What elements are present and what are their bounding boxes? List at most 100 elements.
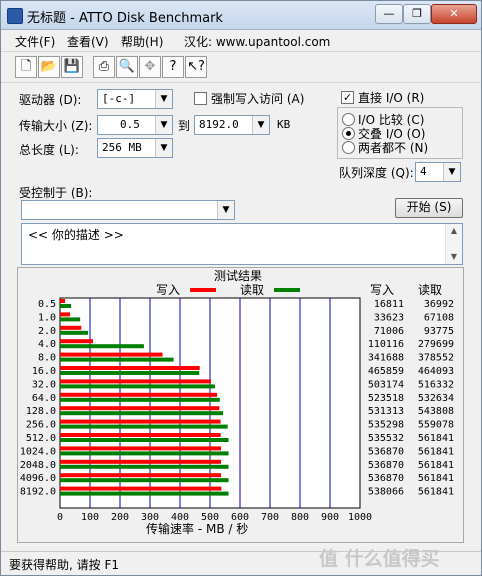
restore-button[interactable]: ❐: [403, 4, 431, 24]
direct-io-checkbox[interactable]: ✓: [341, 91, 354, 104]
drive-select[interactable]: [-c-] ▼: [97, 89, 173, 109]
read-bar: [60, 438, 229, 442]
force-write-label: 强制写入访问 (A): [211, 92, 305, 106]
y-tick-label: 128.0: [26, 406, 56, 417]
read-bar: [60, 371, 200, 375]
write-bar: [60, 433, 221, 437]
print-preview-icon[interactable]: 🔍: [116, 56, 138, 78]
write-bar: [60, 366, 200, 370]
queue-depth-select[interactable]: 4 ▼: [415, 162, 461, 182]
write-value: 110116: [368, 339, 404, 350]
total-length-select[interactable]: 256 MB ▼: [97, 138, 173, 158]
write-bar: [60, 352, 163, 357]
write-bar: [60, 339, 94, 344]
y-tick-label: 512.0: [26, 433, 56, 444]
write-value: 536870: [368, 446, 404, 457]
read-value: 279699: [418, 339, 454, 350]
read-bar: [60, 491, 229, 496]
title-bar[interactable]: 无标题 - ATTO Disk Benchmark — ❐ ✕: [1, 1, 481, 30]
x-tick-label: 700: [261, 512, 279, 523]
y-tick-label: 1.0: [38, 312, 56, 323]
results-chart: 0 100 200 300 400 500 600 700 800 900 10000.5 16811…: [20, 297, 454, 523]
write-value: 535298: [368, 420, 404, 431]
read-bar: [60, 424, 228, 429]
read-value: 561841: [418, 487, 454, 498]
y-tick-label: 2.0: [38, 326, 56, 337]
x-tick-label: 0: [57, 512, 63, 523]
description-field[interactable]: << 你的描述 >> ▲ ▼: [21, 223, 463, 265]
read-value: 464093: [418, 366, 454, 377]
y-tick-label: 8192.0: [20, 487, 56, 498]
write-value: 536870: [368, 460, 404, 471]
force-write-checkbox[interactable]: [194, 92, 207, 105]
close-button[interactable]: ✕: [431, 4, 477, 24]
write-bar: [60, 406, 220, 411]
chevron-down-icon: ▼: [252, 116, 269, 134]
transfer-max-select[interactable]: 8192.0 ▼: [194, 115, 270, 135]
write-bar: [60, 312, 71, 317]
read-bar: [60, 304, 72, 308]
neither-radio[interactable]: [342, 141, 355, 154]
write-value: 531313: [368, 406, 404, 417]
menu-view[interactable]: 查看(V): [67, 33, 109, 50]
total-length-label: 总长度 (L):: [19, 143, 79, 157]
menu-localization[interactable]: 汉化: www.upantool.com: [184, 33, 330, 50]
y-tick-label: 4096.0: [20, 473, 56, 484]
read-value: 561841: [418, 460, 454, 471]
x-tick-label: 900: [321, 512, 339, 523]
write-bar: [60, 446, 222, 451]
x-tick-label: 1000: [348, 512, 372, 523]
controlled-by-select[interactable]: ▼: [21, 200, 235, 220]
io-overlap-radio[interactable]: [342, 127, 355, 140]
context-help-icon[interactable]: ↖?: [185, 56, 207, 78]
read-value: 561841: [418, 433, 454, 444]
window-title: 无标题 - ATTO Disk Benchmark: [27, 11, 223, 26]
y-tick-label: 4.0: [38, 339, 56, 350]
y-tick-label: 1024.0: [20, 446, 56, 457]
transfer-min-select[interactable]: 0.5 ▼: [97, 115, 173, 135]
description-scrollbar[interactable]: ▲ ▼: [445, 224, 462, 264]
y-tick-label: 64.0: [32, 393, 56, 404]
chevron-down-icon: ▼: [155, 116, 172, 134]
x-tick-label: 200: [111, 512, 129, 523]
read-bar: [60, 451, 229, 456]
write-value: 523518: [368, 393, 404, 404]
status-text: 要获得帮助, 请按 F1: [9, 558, 119, 572]
y-tick-label: 16.0: [32, 366, 56, 377]
io-compare-radio[interactable]: [342, 113, 355, 126]
write-bar: [60, 325, 82, 330]
menu-help[interactable]: 帮助(H): [121, 33, 163, 50]
chevron-down-icon: ▼: [443, 163, 460, 181]
read-value: 36992: [424, 299, 454, 310]
read-bar: [60, 317, 81, 322]
x-tick-label: 100: [81, 512, 99, 523]
scroll-up-icon[interactable]: ▲: [446, 224, 462, 238]
move-icon[interactable]: ✥: [139, 56, 161, 78]
write-value: 341688: [368, 353, 404, 364]
read-value: 561841: [418, 446, 454, 457]
results-panel: 测试结果 写入 读取 写入 读取 0 100 200 300 400 500 600 700 8…: [17, 267, 464, 543]
write-bar: [60, 486, 222, 491]
new-file-icon[interactable]: 🗋: [15, 56, 37, 78]
read-bar: [60, 357, 174, 362]
write-bar: [60, 473, 222, 478]
watermark-logo: 值 什么值得买: [319, 548, 440, 570]
status-bar: 要获得帮助, 请按 F1 值 什么值得买: [1, 548, 481, 576]
save-icon[interactable]: 💾: [61, 56, 83, 78]
y-tick-label: 256.0: [26, 420, 56, 431]
y-tick-label: 32.0: [32, 379, 56, 390]
chevron-down-icon: ▼: [155, 139, 172, 157]
minimize-button[interactable]: —: [375, 4, 403, 24]
open-folder-icon[interactable]: 📂: [38, 56, 60, 78]
menu-file[interactable]: 文件(F): [15, 33, 55, 50]
write-value: 538066: [368, 487, 404, 498]
read-bar: [60, 384, 215, 389]
neither-label: 两者都不 (N): [358, 141, 429, 155]
toolbar: 🗋 📂 💾 ⎙ 🔍 ✥ ? ↖?: [1, 51, 481, 83]
scroll-down-icon[interactable]: ▼: [446, 250, 462, 264]
read-value: 543808: [418, 406, 454, 417]
help-icon[interactable]: ?: [162, 56, 184, 78]
write-value: 465859: [368, 366, 404, 377]
start-button[interactable]: 开始 (S): [395, 198, 463, 218]
print-icon[interactable]: ⎙: [93, 56, 115, 78]
